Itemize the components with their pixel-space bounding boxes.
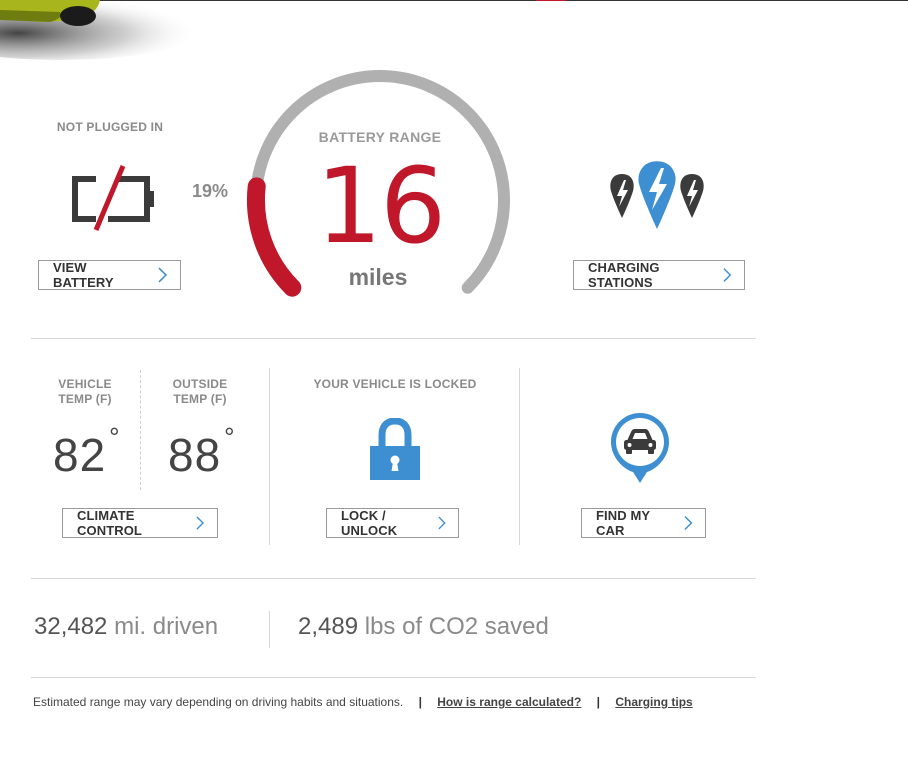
charging-stations-button[interactable]: CHARGING STATIONS: [573, 260, 745, 290]
car-image-fragment: [0, 0, 200, 60]
temp-divider: [140, 370, 141, 490]
lock-unlock-label: LOCK / UNLOCK: [341, 508, 398, 538]
lock-unlock-button[interactable]: LOCK / UNLOCK: [326, 508, 459, 538]
battery-unplugged-icon: [72, 165, 154, 231]
chevron-right-icon: [684, 515, 693, 531]
miles-driven: 32,482 mi. driven: [34, 613, 218, 641]
climate-control-label: CLIMATE CONTROL: [77, 508, 142, 538]
chevron-right-icon: [723, 268, 732, 282]
section-divider: [269, 368, 270, 545]
charging-pin-left-icon: [610, 174, 634, 218]
footer-separator: |: [596, 695, 601, 709]
divider: [31, 578, 756, 579]
battery-range-value: 16: [315, 145, 446, 267]
miles-driven-unit: mi. driven: [114, 613, 219, 640]
find-car-pin-icon: [611, 413, 669, 483]
vehicle-temp-value: 82 °: [53, 422, 121, 482]
divider: [31, 677, 756, 678]
charging-pin-main-icon: [636, 158, 678, 235]
vehicle-temp-number: 82: [53, 429, 107, 481]
miles-driven-value: 32,482: [34, 613, 108, 640]
lock-status: YOUR VEHICLE IS LOCKED: [313, 377, 477, 391]
co2-saved: 2,489 lbs of CO2 saved: [298, 613, 549, 641]
outside-temp-value: 88 °: [168, 422, 236, 482]
climate-control-button[interactable]: CLIMATE CONTROL: [62, 508, 218, 538]
top-accent: [536, 0, 566, 1]
view-battery-button[interactable]: VIEW BATTERY: [38, 260, 181, 290]
lock-icon: [370, 418, 420, 480]
find-my-car-button[interactable]: FIND MY CAR: [581, 508, 706, 538]
range-disclaimer: Estimated range may vary depending on dr…: [33, 695, 404, 709]
vehicle-temp-label-line1: VEHICLE: [58, 377, 112, 391]
charging-stations-icon: [610, 158, 704, 235]
battery-range-title: BATTERY RANGE: [318, 129, 442, 145]
battery-range-unit: miles: [348, 264, 408, 290]
footer-separator: |: [418, 695, 422, 709]
outside-temp-number: 88: [168, 429, 222, 481]
outside-temp-degree: °: [224, 422, 236, 452]
battery-percent: 19%: [192, 181, 229, 201]
divider: [31, 338, 756, 339]
how-range-calculated-link[interactable]: How is range calculated?: [437, 695, 581, 709]
chevron-right-icon: [437, 516, 446, 530]
vehicle-temp-label: VEHICLE TEMP (F): [45, 377, 125, 407]
charging-tips-link[interactable]: Charging tips: [615, 695, 692, 709]
outside-temp-label-line1: OUTSIDE: [172, 377, 228, 391]
co2-saved-unit: lbs of CO2 saved: [364, 613, 549, 640]
co2-saved-value: 2,489: [298, 613, 359, 640]
charging-stations-label: CHARGING STATIONS: [588, 260, 660, 290]
chevron-right-icon: [196, 516, 205, 530]
battery-status: NOT PLUGGED IN: [56, 120, 164, 134]
gauge-fill: [247, 177, 302, 297]
vehicle-temp-degree: °: [109, 422, 121, 452]
find-my-car-label: FIND MY CAR: [596, 508, 650, 538]
footer: Estimated range may vary depending on dr…: [33, 695, 693, 709]
section-divider: [519, 368, 520, 545]
outside-temp-label: OUTSIDE TEMP (F): [160, 377, 240, 407]
stats-divider: [269, 611, 270, 648]
view-battery-label: VIEW BATTERY: [53, 260, 114, 290]
chevron-right-icon: [158, 267, 168, 283]
vehicle-temp-label-line2: TEMP (F): [58, 392, 112, 406]
charging-pin-right-icon: [680, 174, 704, 218]
outside-temp-label-line2: TEMP (F): [173, 392, 227, 406]
